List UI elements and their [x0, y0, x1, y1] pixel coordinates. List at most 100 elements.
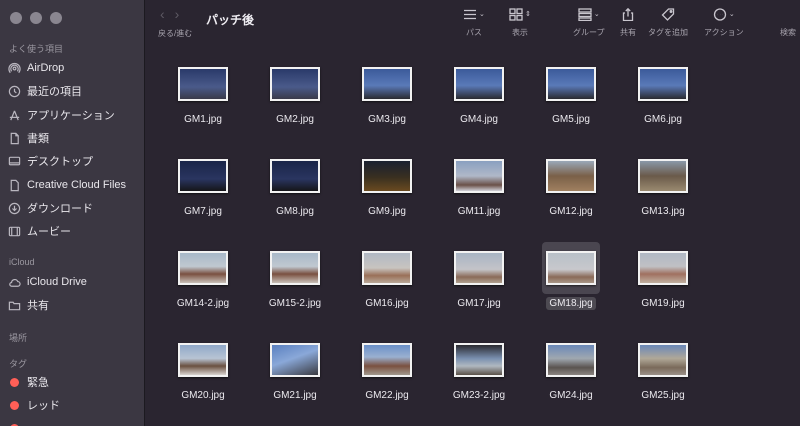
sidebar-item-movies[interactable]: ムービー — [8, 222, 71, 240]
file-thumbnail-frame — [542, 58, 600, 110]
file-item[interactable]: GM13.jpg — [617, 150, 709, 218]
file-name: GM16.jpg — [365, 298, 409, 309]
close-window-button[interactable] — [10, 12, 22, 24]
zoom-window-button[interactable] — [50, 12, 62, 24]
file-name: GM25.jpg — [641, 390, 685, 401]
path-button-label: パス — [465, 28, 482, 37]
file-item[interactable]: GM14-2.jpg — [157, 242, 249, 310]
sidebar-item-label: 書類 — [27, 133, 49, 145]
back-arrow-icon[interactable]: ‹ — [160, 6, 165, 22]
file-item[interactable]: GM8.jpg — [249, 150, 341, 218]
chevron-down-icon: ⌄ — [593, 11, 600, 18]
file-thumbnail — [638, 343, 688, 377]
sidebar: よく使う項目 AirDrop 最近の項目 アプリケーション 書類 デスクトップ … — [0, 0, 145, 426]
sidebar-item-label: Creative Cloud Files — [27, 179, 127, 191]
document-icon — [8, 132, 21, 145]
sidebar-item-shared[interactable]: 共有 — [8, 296, 49, 314]
file-thumbnail — [178, 343, 228, 377]
file-item[interactable]: GM19.jpg — [617, 242, 709, 310]
file-thumbnail-frame — [174, 58, 232, 110]
share-button[interactable]: 共有 — [620, 6, 636, 38]
file-thumbnail — [638, 67, 688, 101]
sidebar-item-airdrop[interactable]: AirDrop — [8, 59, 64, 77]
file-thumbnail-frame — [450, 334, 508, 386]
file-thumbnail — [546, 251, 596, 285]
file-thumbnail — [270, 67, 320, 101]
file-thumbnail — [270, 159, 320, 193]
red-tag-dot-icon — [10, 400, 19, 410]
file-name: GM17.jpg — [457, 298, 501, 309]
file-item[interactable]: GM23-2.jpg — [433, 334, 525, 402]
file-item[interactable]: GM2.jpg — [249, 58, 341, 126]
file-thumbnail — [454, 343, 504, 377]
file-item[interactable]: GM7.jpg — [157, 150, 249, 218]
action-button-label: アクション — [704, 28, 744, 37]
action-button[interactable]: ⌄ アクション — [704, 6, 744, 38]
file-item[interactable]: GM17.jpg — [433, 242, 525, 310]
file-item[interactable]: GM1.jpg — [157, 58, 249, 126]
sidebar-tag-urgent[interactable]: 緊急 — [8, 373, 49, 391]
sidebar-item-applications[interactable]: アプリケーション — [8, 106, 115, 124]
file-item[interactable]: GM11.jpg — [433, 150, 525, 218]
file-thumbnail-frame — [542, 242, 600, 294]
file-name: GM1.jpg — [184, 114, 222, 125]
file-item[interactable]: GM21.jpg — [249, 334, 341, 402]
file-item[interactable]: GM3.jpg — [341, 58, 433, 126]
sidebar-item-downloads[interactable]: ダウンロード — [8, 199, 93, 217]
file-item[interactable]: GM6.jpg — [617, 58, 709, 126]
sidebar-item-label: ムービー — [27, 226, 71, 238]
file-item[interactable]: GM25.jpg — [617, 334, 709, 402]
sidebar-item-recents[interactable]: 最近の項目 — [8, 82, 82, 100]
file-thumbnail — [270, 251, 320, 285]
file-name: GM22.jpg — [365, 390, 409, 401]
file-item[interactable]: GM12.jpg — [525, 150, 617, 218]
file-thumbnail-frame — [174, 242, 232, 294]
sidebar-item-label: アプリケーション — [27, 110, 115, 122]
file-thumbnail-frame — [174, 150, 232, 202]
file-thumbnail-frame — [358, 58, 416, 110]
file-thumbnail-frame — [266, 242, 324, 294]
sidebar-tag-red[interactable]: レッド — [8, 396, 60, 414]
file-item[interactable]: GM9.jpg — [341, 150, 433, 218]
path-button[interactable]: ⌄ パス — [463, 6, 485, 38]
sidebar-item-creative-cloud[interactable]: Creative Cloud Files — [8, 176, 126, 194]
file-name: GM21.jpg — [273, 390, 317, 401]
file-item[interactable]: GM18.jpg — [525, 242, 617, 310]
file-thumbnail — [454, 159, 504, 193]
file-thumbnail — [362, 343, 412, 377]
add-tag-button[interactable]: タグを追加 — [648, 6, 688, 38]
sidebar-header-tags: タグ — [9, 359, 28, 369]
file-item[interactable]: GM15-2.jpg — [249, 242, 341, 310]
file-thumbnail-frame — [634, 334, 692, 386]
sidebar-item-desktop[interactable]: デスクトップ — [8, 152, 93, 170]
add-tag-button-label: タグを追加 — [648, 28, 688, 37]
file-item[interactable]: GM20.jpg — [157, 334, 249, 402]
window-controls — [10, 12, 62, 24]
download-icon — [8, 202, 21, 215]
file-thumbnail — [362, 251, 412, 285]
file-thumbnail-frame — [358, 334, 416, 386]
file-thumbnail-frame — [542, 334, 600, 386]
minimize-window-button[interactable] — [30, 12, 42, 24]
file-thumbnail — [546, 159, 596, 193]
view-button[interactable]: ⇕ 表示 — [509, 6, 531, 38]
file-item[interactable]: GM5.jpg — [525, 58, 617, 126]
sidebar-item-icloud-drive[interactable]: iCloud Drive — [8, 273, 87, 291]
forward-arrow-icon[interactable]: › — [175, 6, 180, 22]
view-button-label: 表示 — [511, 28, 528, 37]
file-thumbnail-frame — [358, 242, 416, 294]
share-button-label: 共有 — [620, 28, 636, 37]
group-button[interactable]: ⌄ グループ — [573, 6, 605, 38]
file-name: GM20.jpg — [181, 390, 225, 401]
file-thumbnail-frame — [358, 150, 416, 202]
search-button[interactable]: 検索 — [780, 6, 796, 38]
sidebar-item-label: レッド — [27, 400, 60, 412]
sidebar-tag-partial[interactable] — [8, 419, 21, 426]
file-thumbnail — [638, 159, 688, 193]
file-item[interactable]: GM16.jpg — [341, 242, 433, 310]
file-item[interactable]: GM4.jpg — [433, 58, 525, 126]
sidebar-item-documents[interactable]: 書類 — [8, 129, 49, 147]
file-thumbnail-frame — [634, 150, 692, 202]
file-item[interactable]: GM22.jpg — [341, 334, 433, 402]
file-item[interactable]: GM24.jpg — [525, 334, 617, 402]
